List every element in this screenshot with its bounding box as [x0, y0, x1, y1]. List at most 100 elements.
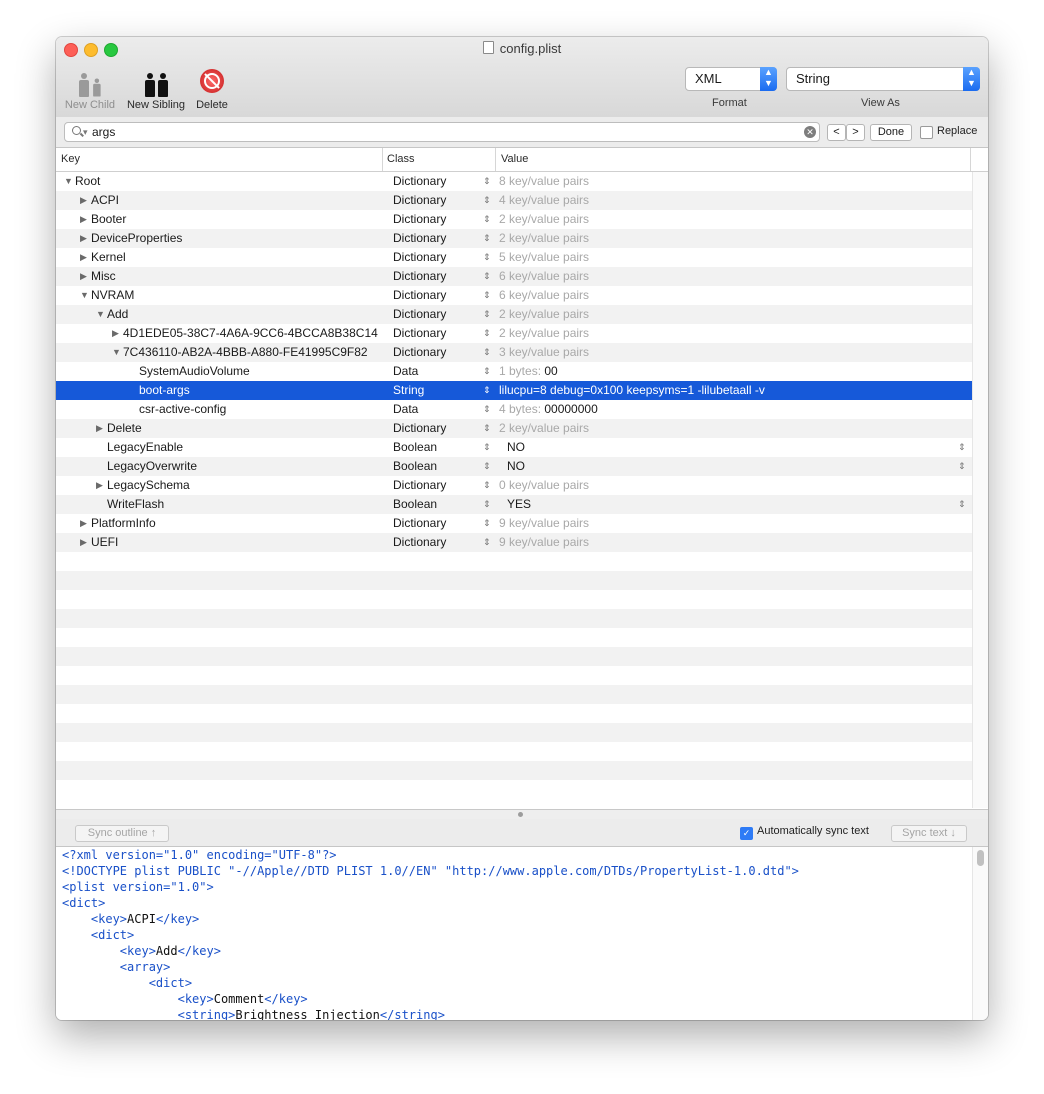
row-value[interactable]: 2 key/value pairs [499, 419, 589, 438]
row-class[interactable]: Boolean [393, 438, 437, 457]
search-field[interactable]: ▾ args ✕ [64, 122, 820, 142]
class-stepper-icon[interactable]: ⇕ [483, 514, 491, 533]
row-key[interactable]: 7C436110-AB2A-4BBB-A880-FE41995C9F82 [123, 343, 368, 362]
row-class[interactable]: Dictionary [393, 248, 446, 267]
class-stepper-icon[interactable]: ⇕ [483, 229, 491, 248]
row-class[interactable]: Data [393, 400, 418, 419]
row-key[interactable]: UEFI [91, 533, 118, 552]
row-key[interactable]: 4D1EDE05-38C7-4A6A-9CC6-4BCCA8B38C14 [123, 324, 378, 343]
outline-scrollbar[interactable] [972, 172, 988, 808]
value-stepper-icon[interactable]: ⇕ [958, 457, 966, 476]
class-stepper-icon[interactable]: ⇕ [483, 191, 491, 210]
row-key[interactable]: Delete [107, 419, 142, 438]
row-key[interactable]: boot-args [139, 381, 190, 400]
row-class[interactable]: Dictionary [393, 514, 446, 533]
disclosure-open-icon[interactable]: ▼ [96, 305, 106, 324]
table-row[interactable]: csr-active-config Data ⇕ 4 bytes: 00000000 [56, 400, 972, 419]
table-row[interactable]: ▶ DeviceProperties Dictionary ⇕ 2 key/value … [56, 229, 972, 248]
row-class[interactable]: Dictionary [393, 419, 446, 438]
row-value[interactable]: 4 bytes: 00000000 [499, 400, 598, 419]
row-value[interactable]: 2 key/value pairs [499, 229, 589, 248]
row-value[interactable]: 0 key/value pairs [499, 476, 589, 495]
column-header-value[interactable]: Value [501, 153, 528, 165]
sync-text-button[interactable]: Sync text ↓ [891, 825, 967, 842]
row-class[interactable]: Data [393, 362, 418, 381]
row-key[interactable]: PlatformInfo [91, 514, 156, 533]
sync-outline-button[interactable]: Sync outline ↑ [75, 825, 169, 842]
class-stepper-icon[interactable]: ⇕ [483, 172, 491, 191]
row-value[interactable]: 8 key/value pairs [499, 172, 589, 191]
clear-search-icon[interactable]: ✕ [804, 126, 816, 138]
table-row[interactable]: WriteFlash Boolean ⇕ YES ⇕ [56, 495, 972, 514]
disclosure-closed-icon[interactable]: ▶ [80, 267, 90, 286]
column-header-class[interactable]: Class [387, 153, 415, 165]
table-row[interactable]: ▼ NVRAM Dictionary ⇕ 6 key/value pairs [56, 286, 972, 305]
row-key[interactable]: SystemAudioVolume [139, 362, 250, 381]
class-stepper-icon[interactable]: ⇕ [483, 495, 491, 514]
table-row[interactable]: ▼ Add Dictionary ⇕ 2 key/value pairs [56, 305, 972, 324]
class-stepper-icon[interactable]: ⇕ [483, 457, 491, 476]
table-row[interactable]: ▶ 4D1EDE05-38C7-4A6A-9CC6-4BCCA8B38C14 Dic… [56, 324, 972, 343]
search-query[interactable]: args [92, 123, 115, 141]
format-popup[interactable]: XML ▲ ▼ [685, 67, 777, 91]
value-stepper-icon[interactable]: ⇕ [958, 438, 966, 457]
disclosure-closed-icon[interactable]: ▶ [112, 324, 122, 343]
row-key[interactable]: LegacyOverwrite [107, 457, 197, 476]
table-row[interactable]: ▶ Misc Dictionary ⇕ 6 key/value pairs [56, 267, 972, 286]
xml-scrollbar[interactable] [972, 847, 988, 1020]
row-class[interactable]: Dictionary [393, 286, 446, 305]
row-class[interactable]: Boolean [393, 495, 437, 514]
row-class[interactable]: Dictionary [393, 305, 446, 324]
value-stepper-icon[interactable]: ⇕ [958, 495, 966, 514]
disclosure-closed-icon[interactable]: ▶ [80, 210, 90, 229]
disclosure-closed-icon[interactable]: ▶ [80, 191, 90, 210]
table-row[interactable]: boot-args String ⇕ lilucpu=8 debug=0x100 ke… [56, 381, 972, 400]
table-row[interactable]: ▶ UEFI Dictionary ⇕ 9 key/value pairs [56, 533, 972, 552]
row-value[interactable]: 9 key/value pairs [499, 533, 589, 552]
column-header-key[interactable]: Key [61, 153, 80, 165]
row-class[interactable]: Dictionary [393, 267, 446, 286]
row-key[interactable]: Add [107, 305, 128, 324]
table-row[interactable]: SystemAudioVolume Data ⇕ 1 bytes: 00 [56, 362, 972, 381]
row-value[interactable]: lilucpu=8 debug=0x100 keepsyms=1 -lilube… [499, 381, 765, 400]
disclosure-closed-icon[interactable]: ▶ [96, 419, 106, 438]
row-key[interactable]: Kernel [91, 248, 126, 267]
class-stepper-icon[interactable]: ⇕ [483, 419, 491, 438]
row-class[interactable]: Dictionary [393, 343, 446, 362]
new-sibling-button[interactable]: New Sibling [124, 63, 188, 111]
row-value[interactable]: 9 key/value pairs [499, 514, 589, 533]
disclosure-open-icon[interactable]: ▼ [64, 172, 74, 191]
disclosure-open-icon[interactable]: ▼ [80, 286, 90, 305]
table-row[interactable]: ▶ ACPI Dictionary ⇕ 4 key/value pairs [56, 191, 972, 210]
row-class[interactable]: Dictionary [393, 172, 446, 191]
disclosure-closed-icon[interactable]: ▶ [80, 514, 90, 533]
class-stepper-icon[interactable]: ⇕ [483, 476, 491, 495]
auto-sync-checkbox[interactable]: ✓ [740, 827, 753, 840]
class-stepper-icon[interactable]: ⇕ [483, 267, 491, 286]
class-stepper-icon[interactable]: ⇕ [483, 286, 491, 305]
class-stepper-icon[interactable]: ⇕ [483, 533, 491, 552]
row-value[interactable]: 6 key/value pairs [499, 286, 589, 305]
row-value[interactable]: 3 key/value pairs [499, 343, 589, 362]
class-stepper-icon[interactable]: ⇕ [483, 362, 491, 381]
row-value[interactable]: YES [507, 495, 531, 514]
xml-text-editor[interactable]: <?xml version="1.0" encoding="UTF-8"?> <!… [56, 847, 972, 1020]
table-row[interactable]: ▶ LegacySchema Dictionary ⇕ 0 key/value pair… [56, 476, 972, 495]
replace-checkbox[interactable] [920, 126, 933, 139]
row-value[interactable]: 1 bytes: 00 [499, 362, 558, 381]
row-key[interactable]: Misc [91, 267, 116, 286]
row-key[interactable]: LegacySchema [107, 476, 190, 495]
table-row[interactable]: ▼ 7C436110-AB2A-4BBB-A880-FE41995C9F82 Dic… [56, 343, 972, 362]
disclosure-closed-icon[interactable]: ▶ [80, 229, 90, 248]
row-key[interactable]: NVRAM [91, 286, 134, 305]
class-stepper-icon[interactable]: ⇕ [483, 343, 491, 362]
table-row[interactable]: ▶ Booter Dictionary ⇕ 2 key/value pairs [56, 210, 972, 229]
table-row[interactable]: ▼ Root Dictionary ⇕ 8 key/value pairs [56, 172, 972, 191]
class-stepper-icon[interactable]: ⇕ [483, 438, 491, 457]
disclosure-closed-icon[interactable]: ▶ [96, 476, 106, 495]
row-value[interactable]: 5 key/value pairs [499, 248, 589, 267]
table-row[interactable]: ▶ Kernel Dictionary ⇕ 5 key/value pairs [56, 248, 972, 267]
row-class[interactable]: String [393, 381, 424, 400]
row-class[interactable]: Dictionary [393, 324, 446, 343]
row-key[interactable]: csr-active-config [139, 400, 226, 419]
